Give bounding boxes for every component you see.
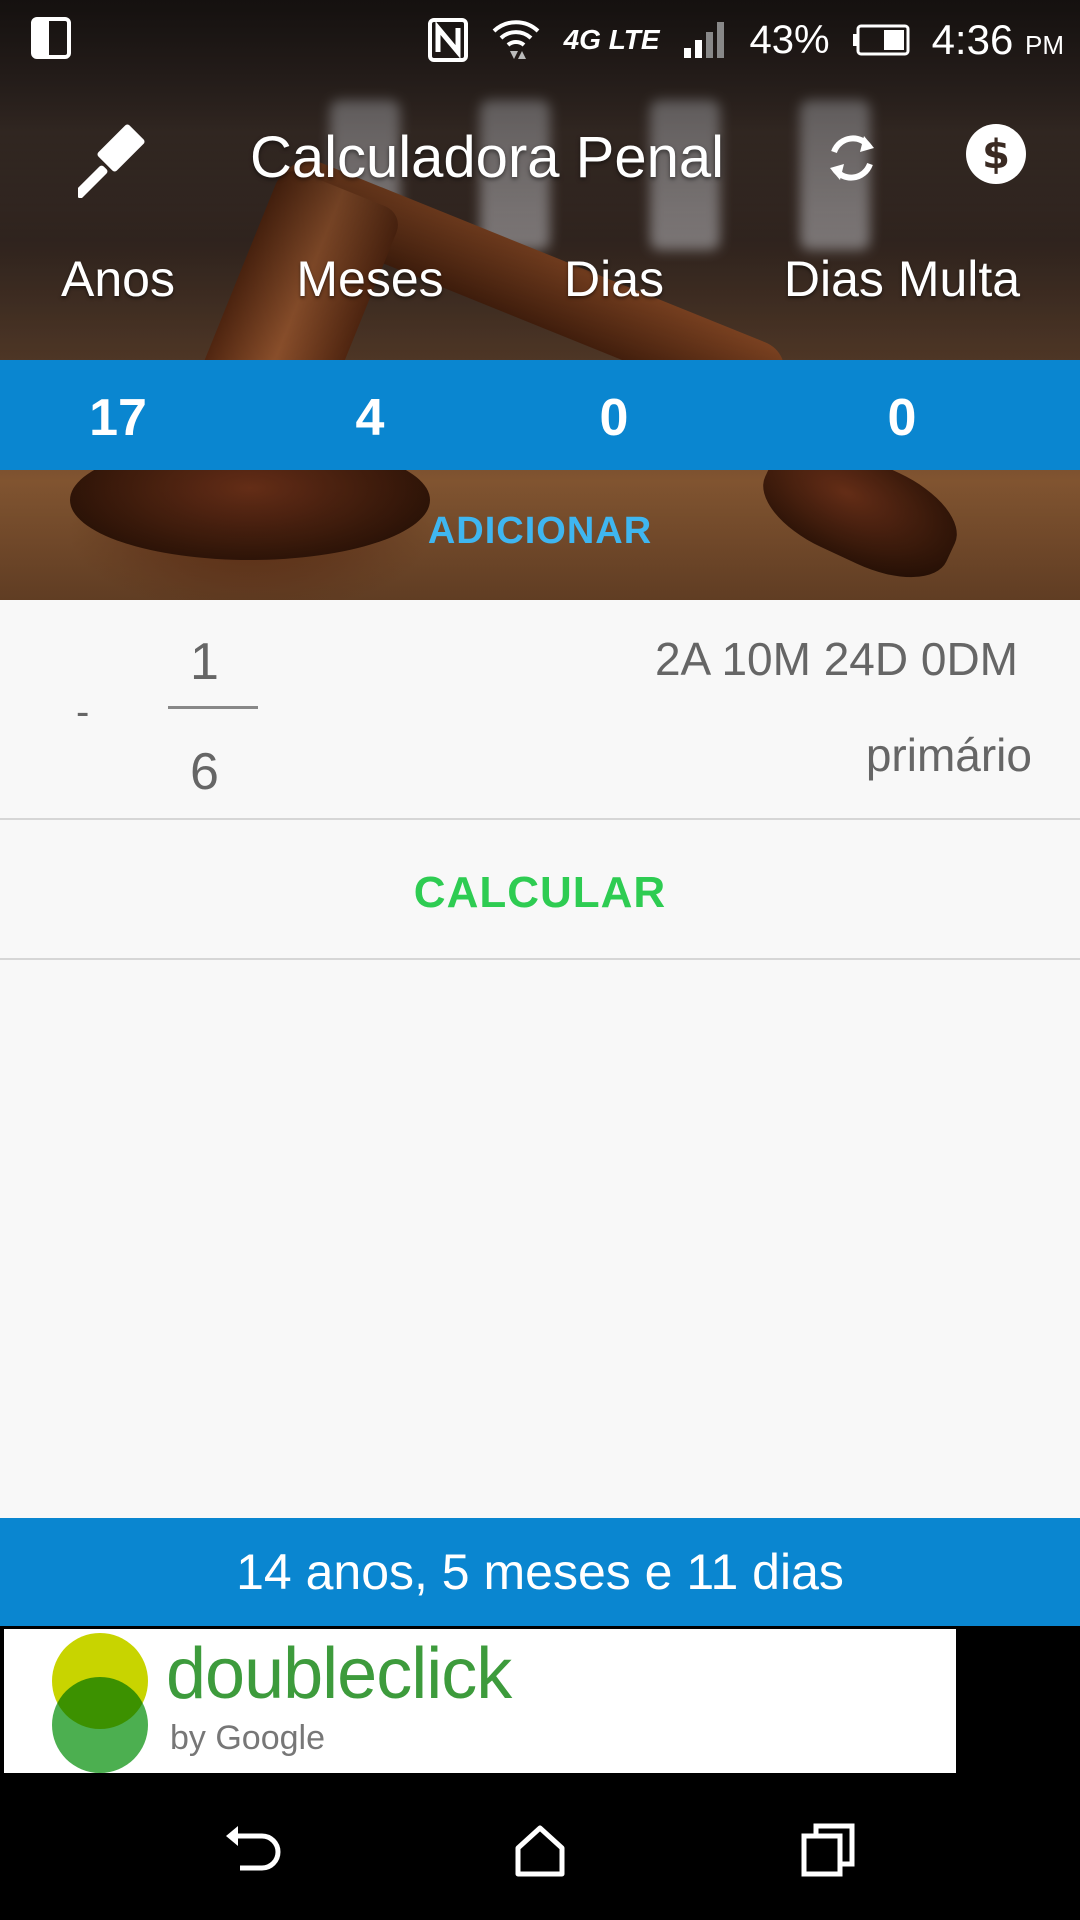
battery-percent: 43% [749, 17, 830, 62]
meses-input[interactable]: 4 [356, 388, 385, 448]
fraction-line [168, 706, 258, 709]
anos-input[interactable]: 17 [89, 388, 147, 448]
fraction-result: 2A 10M 24D 0DM [654, 633, 1018, 685]
header-dias-multa: Dias Multa [783, 251, 1021, 307]
home-icon[interactable] [512, 1822, 568, 1878]
ad-brand: doubleclick [166, 1634, 512, 1714]
main-content: - 1 6 2A 10M 24D 0DM primário CALCULAR [0, 600, 1080, 1518]
header-meses: Meses [296, 251, 444, 307]
ad-banner[interactable]: doubleclick by Google [4, 1629, 956, 1773]
wifi-icon [492, 20, 539, 59]
refresh-icon[interactable] [820, 126, 884, 190]
svg-text:$: $ [982, 132, 1010, 178]
fraction-row[interactable]: - 1 6 2A 10M 24D 0DM primário [0, 600, 1080, 820]
fraction-status: primário [865, 729, 1032, 781]
calculate-row: CALCULAR [0, 820, 1080, 960]
ad-logo-circle [52, 1677, 148, 1773]
app-bar: Calculadora Penal $ [0, 100, 1080, 220]
network-type: 4G LTE [563, 24, 660, 55]
gavel-icon [78, 124, 145, 198]
back-icon[interactable] [222, 1822, 284, 1878]
clock: 4:36 PM [931, 16, 1064, 63]
calculate-button[interactable]: CALCULAR [0, 868, 1080, 918]
add-button[interactable]: ADICIONAR [0, 510, 1080, 553]
navigation-bar [0, 1778, 1080, 1920]
app-title: Calculadora Penal [250, 125, 724, 190]
fraction-denominator: 6 [190, 743, 219, 801]
ad-container: doubleclick by Google [0, 1626, 1080, 1778]
dias-multa-input[interactable]: 0 [888, 388, 917, 448]
header-dias: Dias [563, 251, 665, 307]
penalty-values-bar: 17 4 0 0 [0, 360, 1080, 470]
battery-icon [852, 24, 910, 56]
money-icon[interactable]: $ [964, 122, 1028, 186]
screen-mirror-icon [30, 16, 72, 70]
fraction-sign: - [76, 690, 90, 734]
fraction-numerator: 1 [190, 633, 219, 691]
nfc-icon [427, 18, 468, 62]
final-result: 14 anos, 5 meses e 11 dias [0, 1518, 1080, 1626]
status-bar: 4G LTE 43% 4:36 PM [0, 0, 1080, 80]
ad-byline: by Google [170, 1719, 325, 1757]
signal-icon [683, 22, 724, 58]
dias-input[interactable]: 0 [600, 388, 629, 448]
recents-icon[interactable] [800, 1822, 856, 1878]
header-anos: Anos [61, 251, 175, 307]
penalty-headers: Anos Meses Dias Dias Multa [0, 250, 1080, 310]
